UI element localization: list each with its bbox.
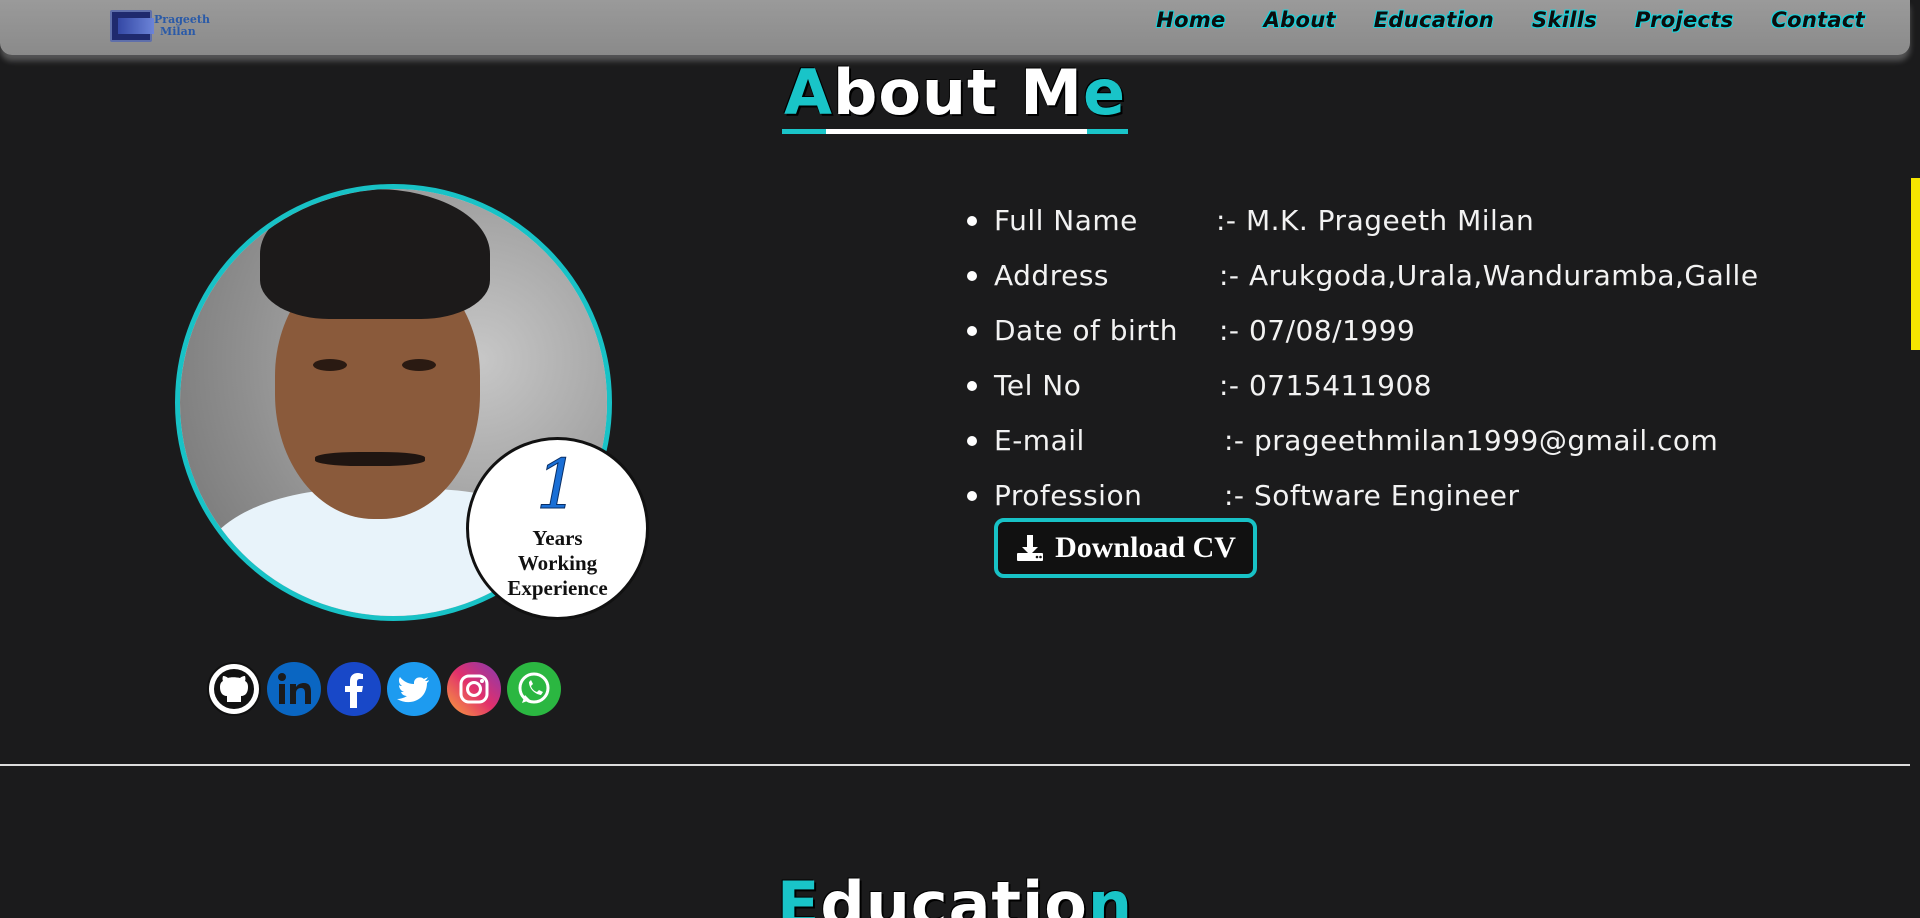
- logo-line-2: Milan: [160, 25, 196, 38]
- main-nav: Home About Education Skills Projects Con…: [1118, 8, 1865, 32]
- download-icon: [1017, 535, 1044, 561]
- linkedin-icon[interactable]: [267, 662, 321, 716]
- nav-projects[interactable]: Projects: [1635, 8, 1733, 32]
- education-title-mid: ducatio: [820, 868, 1088, 918]
- instagram-icon[interactable]: [447, 662, 501, 716]
- twitter-icon[interactable]: [387, 662, 441, 716]
- info-email: E-mail:- prageethmilan1999@gmail.com: [967, 413, 1759, 468]
- social-links: [207, 662, 567, 716]
- experience-line-3: Experience: [507, 576, 608, 600]
- education-title-last: n: [1087, 868, 1134, 918]
- about-title-first: A: [783, 56, 833, 129]
- whatsapp-icon[interactable]: [507, 662, 561, 716]
- github-icon[interactable]: [207, 662, 261, 716]
- education-title-first: E: [776, 868, 821, 918]
- nav-about[interactable]: About: [1264, 8, 1336, 32]
- download-cv-label: Download CV: [1055, 531, 1236, 564]
- nav-skills[interactable]: Skills: [1532, 8, 1597, 32]
- section-divider: [0, 764, 1910, 766]
- nav-home[interactable]: Home: [1156, 8, 1225, 32]
- info-profession: Profession:- Software Engineer: [967, 468, 1759, 523]
- nav-education[interactable]: Education: [1374, 8, 1494, 32]
- info-tel-no: Tel No:- 0715411908: [967, 358, 1759, 413]
- nav-contact[interactable]: Contact: [1771, 8, 1865, 32]
- about-title-mid: bout M: [832, 56, 1083, 129]
- laptop-logo-icon: [110, 10, 155, 42]
- experience-number: 1: [535, 446, 580, 526]
- scrollbar-thumb[interactable]: [1911, 178, 1920, 350]
- navbar: Prageeth Milan Home About Education Skil…: [0, 0, 1910, 55]
- experience-badge: 1 Years Working Experience: [466, 437, 649, 620]
- experience-line-2: Working: [517, 551, 598, 575]
- info-full-name: Full Name:- M.K. Prageeth Milan: [967, 193, 1759, 248]
- about-section-title: About Me: [0, 56, 1910, 134]
- info-address: Address:- Arukgoda,Urala,Wanduramba,Gall…: [967, 248, 1759, 303]
- personal-info-list: Full Name:- M.K. Prageeth Milan Address:…: [967, 193, 1759, 523]
- site-logo[interactable]: Prageeth Milan: [110, 8, 210, 44]
- facebook-icon[interactable]: [327, 662, 381, 716]
- info-date-of-birth: Date of birth:- 07/08/1999: [967, 303, 1759, 358]
- education-section-title: Education: [0, 868, 1910, 918]
- download-cv-button[interactable]: Download CV: [994, 518, 1257, 578]
- about-title-last: e: [1082, 56, 1127, 129]
- experience-line-1: Years: [532, 526, 583, 550]
